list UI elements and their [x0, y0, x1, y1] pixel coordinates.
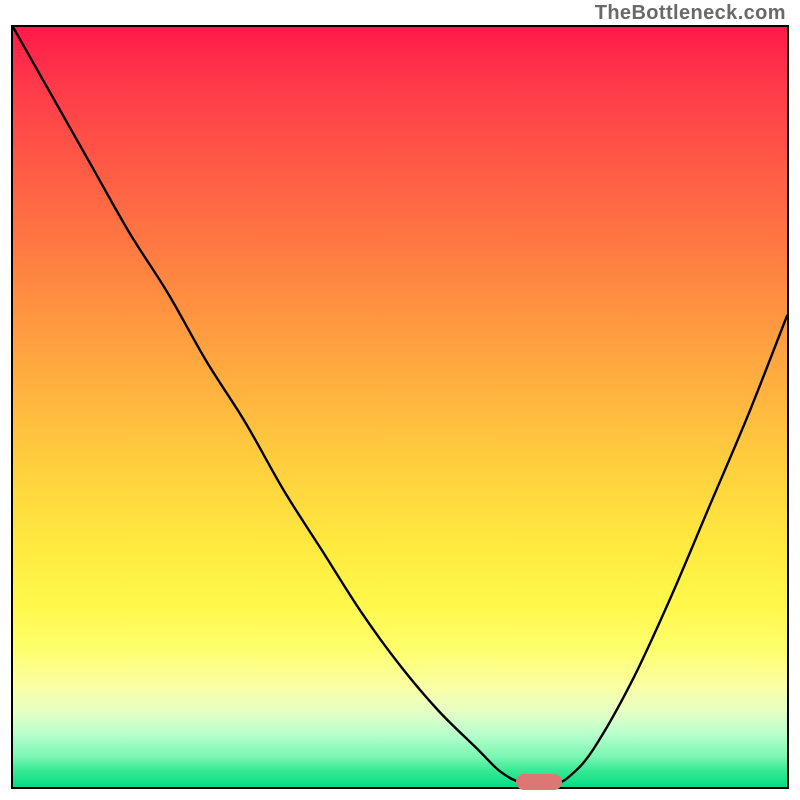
curve-layer	[13, 27, 787, 787]
chart-stage: TheBottleneck.com	[0, 0, 800, 800]
optimal-point-marker	[516, 774, 562, 790]
plot-area	[11, 25, 789, 789]
bottleneck-curve	[13, 27, 787, 784]
watermark-text: TheBottleneck.com	[595, 2, 786, 25]
